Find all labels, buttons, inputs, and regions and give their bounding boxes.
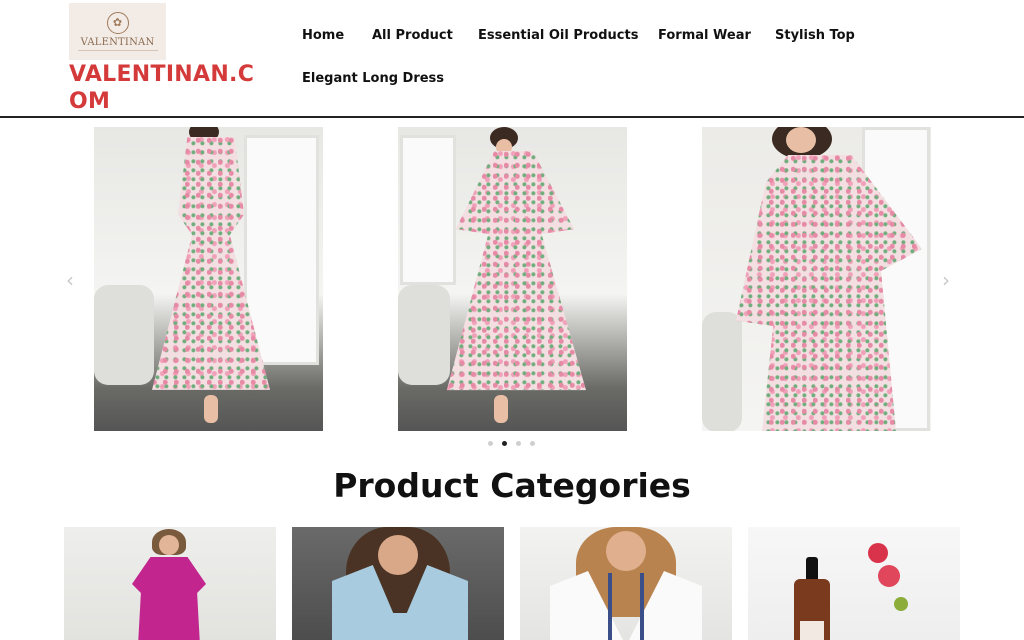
- carousel-pagination: [488, 441, 535, 446]
- slide-sofa: [94, 285, 154, 385]
- slide-window: [400, 135, 456, 285]
- category-model-face: [159, 535, 179, 555]
- logo-tagline: [77, 49, 158, 52]
- category-model-face: [606, 531, 646, 571]
- category-card-2[interactable]: [292, 527, 504, 640]
- carousel-dot-1[interactable]: [488, 441, 493, 446]
- category-bottle-dropper: [806, 557, 818, 579]
- logo-text: VALENTINAN: [80, 36, 155, 48]
- category-card-3[interactable]: [520, 527, 732, 640]
- category-leaf-icon: [894, 597, 908, 611]
- carousel-slide-2[interactable]: [398, 127, 627, 431]
- product-categories-heading: Product Categories: [333, 466, 691, 505]
- site-title-link[interactable]: VALENTINAN.COM: [69, 61, 269, 115]
- category-model-dress: [132, 557, 206, 640]
- site-header: ✿ VALENTINAN VALENTINAN.COM Home All Pro…: [0, 0, 1024, 118]
- nav-essential-oil-products[interactable]: Essential Oil Products: [478, 28, 638, 43]
- nav-home[interactable]: Home: [302, 28, 344, 43]
- category-bottle-label: [800, 621, 824, 640]
- carousel-slide-1[interactable]: [94, 127, 323, 431]
- category-rose-icon: [868, 543, 888, 563]
- slide-model-legs: [494, 395, 508, 423]
- category-rose-icon: [878, 565, 900, 587]
- hero-carousel: ‹ ›: [0, 120, 1024, 450]
- nav-all-product[interactable]: All Product: [372, 28, 453, 43]
- carousel-next-icon[interactable]: ›: [942, 268, 950, 292]
- slide-model-legs: [204, 395, 218, 423]
- category-model-face: [378, 535, 418, 575]
- carousel-dot-2[interactable]: [502, 441, 507, 446]
- carousel-dot-4[interactable]: [530, 441, 535, 446]
- category-image-background: [748, 527, 960, 640]
- slide-model-face: [786, 127, 816, 153]
- nav-stylish-top[interactable]: Stylish Top: [775, 28, 855, 43]
- slide-window: [244, 135, 319, 365]
- logo-emblem-icon: ✿: [106, 11, 129, 34]
- carousel-dot-3[interactable]: [516, 441, 521, 446]
- nav-formal-wear[interactable]: Formal Wear: [658, 28, 751, 43]
- nav-elegant-long-dress[interactable]: Elegant Long Dress: [302, 71, 444, 86]
- carousel-slide-3[interactable]: [702, 127, 931, 431]
- category-card-1[interactable]: [64, 527, 276, 640]
- category-embroidery: [608, 573, 644, 640]
- slide-sofa: [702, 312, 742, 431]
- carousel-prev-icon[interactable]: ‹: [66, 268, 74, 292]
- slide-sofa: [398, 285, 450, 385]
- category-card-4[interactable]: [748, 527, 960, 640]
- site-logo[interactable]: ✿ VALENTINAN: [69, 3, 166, 60]
